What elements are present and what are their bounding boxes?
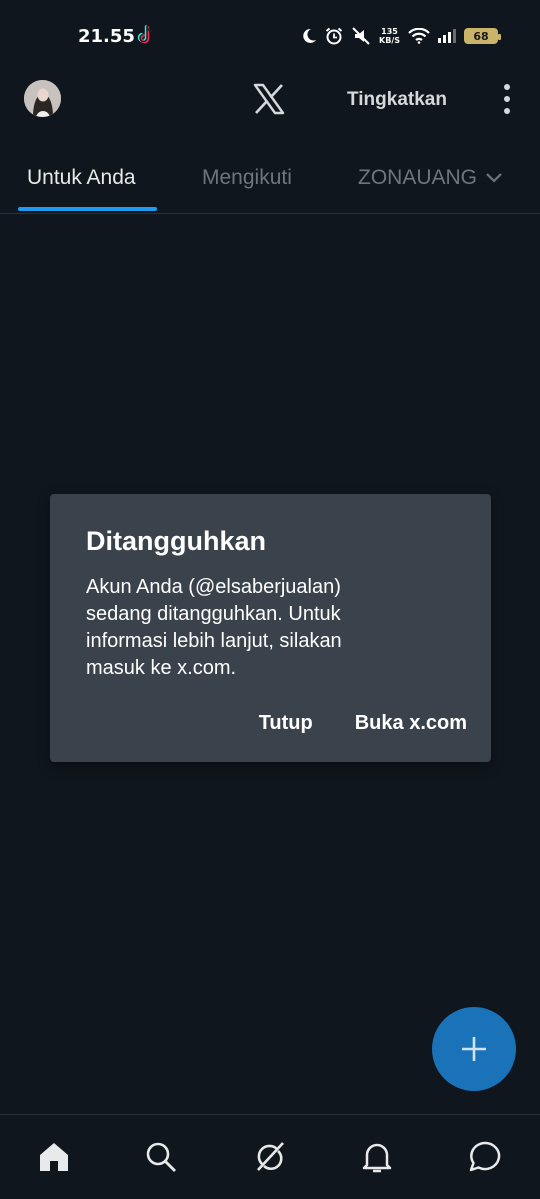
notifications-icon[interactable] xyxy=(359,1139,395,1175)
tiktok-icon xyxy=(137,24,155,46)
close-button[interactable]: Tutup xyxy=(259,712,313,735)
avatar[interactable] xyxy=(24,80,61,117)
net-speed: 135 KB/S xyxy=(379,27,400,45)
dialog-message: Akun Anda (@elsaberjualan) sedang ditang… xyxy=(86,574,466,682)
tab-zonauang[interactable]: ZONAUANG xyxy=(358,166,503,190)
compose-button[interactable] xyxy=(432,1007,516,1091)
moon-icon xyxy=(303,28,317,43)
x-logo-icon xyxy=(252,82,286,116)
tab-for-you[interactable]: Untuk Anda xyxy=(27,166,136,190)
wifi-icon xyxy=(408,28,430,44)
grok-icon[interactable] xyxy=(252,1139,288,1175)
alarm-icon xyxy=(325,27,343,45)
dialog-message-line: masuk ke x.com. xyxy=(86,657,237,679)
status-time: 21.55 xyxy=(78,26,135,47)
dialog-message-line: Akun Anda (@elsaberjualan) xyxy=(86,576,341,598)
tab-zonauang-label: ZONAUANG xyxy=(358,166,478,189)
net-speed-unit: KB/S xyxy=(379,36,400,45)
dialog-actions: Tutup Buka x.com xyxy=(259,712,467,735)
more-vertical-icon[interactable] xyxy=(500,84,514,114)
dialog-message-line: sedang ditangguhkan. Untuk xyxy=(86,603,341,625)
status-bar: 21.55 135 KB/S 68 xyxy=(0,0,540,72)
dialog-message-line: informasi lebih lanjut, silakan xyxy=(86,630,342,652)
home-icon[interactable] xyxy=(36,1139,72,1175)
status-icons: 135 KB/S 68 xyxy=(301,24,501,48)
app-header: Tingkatkan xyxy=(0,72,540,128)
battery-level: 68 xyxy=(473,29,489,43)
suspended-dialog: Ditangguhkan Akun Anda (@elsaberjualan) … xyxy=(50,494,491,762)
plus-icon xyxy=(462,1037,486,1061)
battery-icon: 68 xyxy=(464,28,501,44)
messages-icon[interactable] xyxy=(467,1139,503,1175)
upgrade-button[interactable]: Tingkatkan xyxy=(347,89,447,111)
timeline-tabs: Untuk Anda Mengikuti ZONAUANG xyxy=(0,150,540,214)
net-speed-value: 135 xyxy=(381,27,398,36)
tab-following[interactable]: Mengikuti xyxy=(202,166,292,190)
bottom-nav xyxy=(0,1114,540,1199)
active-tab-indicator xyxy=(18,207,157,211)
open-xcom-button[interactable]: Buka x.com xyxy=(355,712,467,735)
dialog-title: Ditangguhkan xyxy=(86,526,266,556)
search-icon[interactable] xyxy=(143,1139,179,1175)
mute-icon xyxy=(352,27,370,45)
signal-icon xyxy=(438,29,456,43)
chevron-down-icon xyxy=(486,173,502,183)
